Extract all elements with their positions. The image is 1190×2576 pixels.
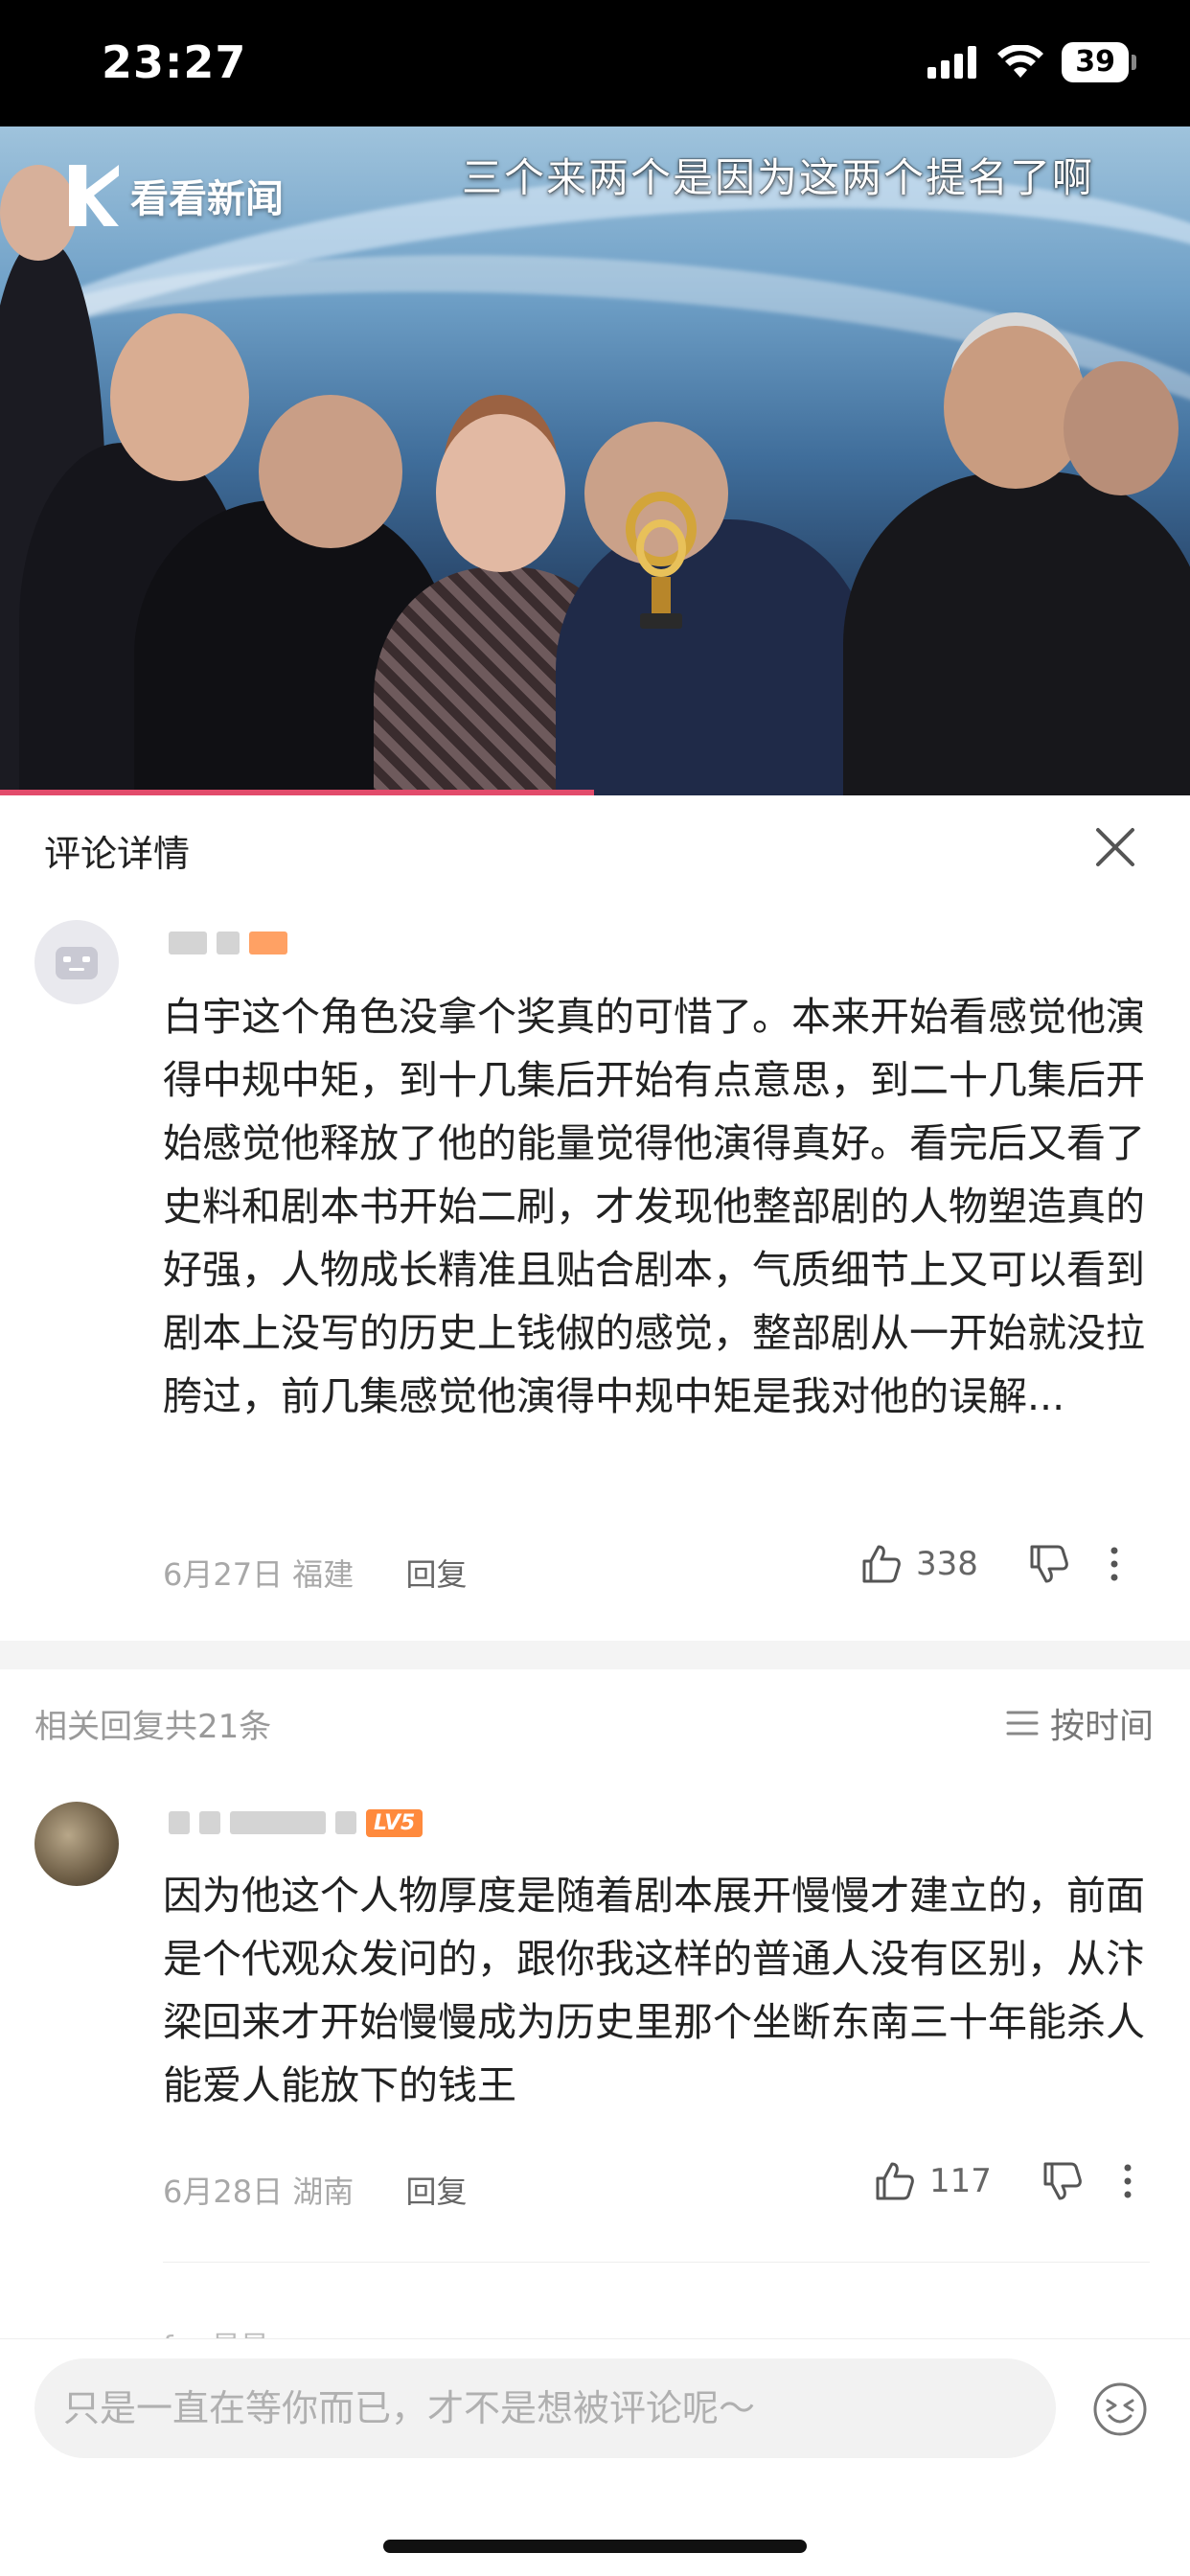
comment-detail-header: 评论详情 — [0, 795, 1190, 899]
username-blurred[interactable] — [169, 928, 287, 958]
figure-right-man — [843, 472, 1190, 795]
wifi-icon — [997, 45, 1044, 78]
more-options-icon[interactable] — [1118, 2160, 1137, 2202]
sort-label: 按时间 — [1049, 1707, 1154, 1746]
home-indicator — [383, 2540, 807, 2553]
figure-head — [1064, 361, 1179, 495]
comment-input[interactable] — [34, 2358, 1056, 2458]
reply-separator — [163, 2262, 1150, 2263]
reply-actions: 117 — [874, 2160, 1137, 2202]
comment-text: 白宇这个角色没拿个奖真的可惜了。本来开始看感觉他演得中规中矩，到十几集后开始有点… — [163, 994, 1145, 1419]
close-icon[interactable] — [1092, 824, 1138, 870]
emoji-icon[interactable] — [1092, 2381, 1148, 2437]
video-channel-logo: 看看新闻 — [69, 165, 284, 226]
comment-location: 福建 — [292, 1556, 355, 1593]
reply-item: LV5 因为他这个人物厚度是随着剧本展开慢慢才建立的，前面是个代观众发问的，跟你… — [0, 1782, 1190, 2223]
cellular-signal-icon — [927, 46, 977, 79]
like-button[interactable]: 117 — [874, 2160, 992, 2202]
username-blurred[interactable]: LV5 — [169, 1807, 423, 1838]
like-button[interactable]: 338 — [860, 1543, 978, 1585]
reply-date: 6月28日 — [163, 2174, 284, 2210]
figure-award-man — [556, 519, 872, 795]
reply-count: 相关回复共21条 — [34, 1708, 272, 1746]
figure-head — [110, 313, 249, 481]
comment-meta: 6月27日 福建 回复 — [163, 1551, 467, 1595]
reply-button[interactable]: 回复 — [405, 1556, 467, 1593]
main-comment: 白宇这个角色没拿个奖真的可惜了。本来开始看感觉他演得中规中矩，到十几集后开始有点… — [0, 899, 1190, 1627]
sort-lines-icon — [1006, 1711, 1039, 1736]
replies-header: 相关回复共21条 按时间 — [0, 1687, 1190, 1760]
sort-button[interactable]: 按时间 — [1006, 1698, 1154, 1748]
figure-head — [436, 414, 565, 572]
thumbs-up-icon — [876, 2162, 914, 2200]
k-logo-icon — [69, 165, 119, 226]
battery-indicator: 39 — [1062, 42, 1136, 82]
panel-title: 评论详情 — [44, 833, 191, 875]
status-time: 23:27 — [102, 36, 247, 88]
thumbs-down-icon[interactable] — [1041, 2160, 1084, 2202]
thumbs-down-icon[interactable] — [1028, 1543, 1070, 1585]
more-options-icon[interactable] — [1105, 1543, 1124, 1585]
figure-head — [0, 165, 77, 261]
avatar[interactable] — [34, 1802, 119, 1886]
reply-button[interactable]: 回复 — [405, 2174, 467, 2210]
like-count: 338 — [916, 1545, 978, 1583]
reply-meta: 6月28日 湖南 回复 — [163, 2168, 467, 2212]
level-badge: LV5 — [366, 1808, 423, 1837]
comment-date: 6月27日 — [163, 1556, 284, 1593]
trophy — [623, 491, 699, 634]
section-divider — [0, 1641, 1190, 1669]
figure-head — [259, 395, 402, 548]
video-caption: 三个来两个是因为这两个提名了啊 — [461, 154, 1094, 201]
comment-actions: 338 — [860, 1543, 1124, 1585]
thumbs-up-icon — [862, 1545, 901, 1583]
video-logo-text: 看看新闻 — [130, 177, 284, 221]
like-count: 117 — [929, 2162, 992, 2200]
video-player[interactable]: 看看新闻 三个来两个是因为这两个提名了啊 — [0, 126, 1190, 795]
reply-text: 因为他这个人物厚度是随着剧本展开慢慢才建立的，前面是个代观众发问的，跟你我这样的… — [163, 1873, 1145, 2108]
status-bar: 23:27 39 — [0, 0, 1190, 126]
reply-location: 湖南 — [292, 2174, 355, 2210]
status-icons: 39 — [927, 42, 1136, 82]
default-avatar-icon — [56, 947, 98, 979]
avatar[interactable] — [34, 920, 119, 1004]
